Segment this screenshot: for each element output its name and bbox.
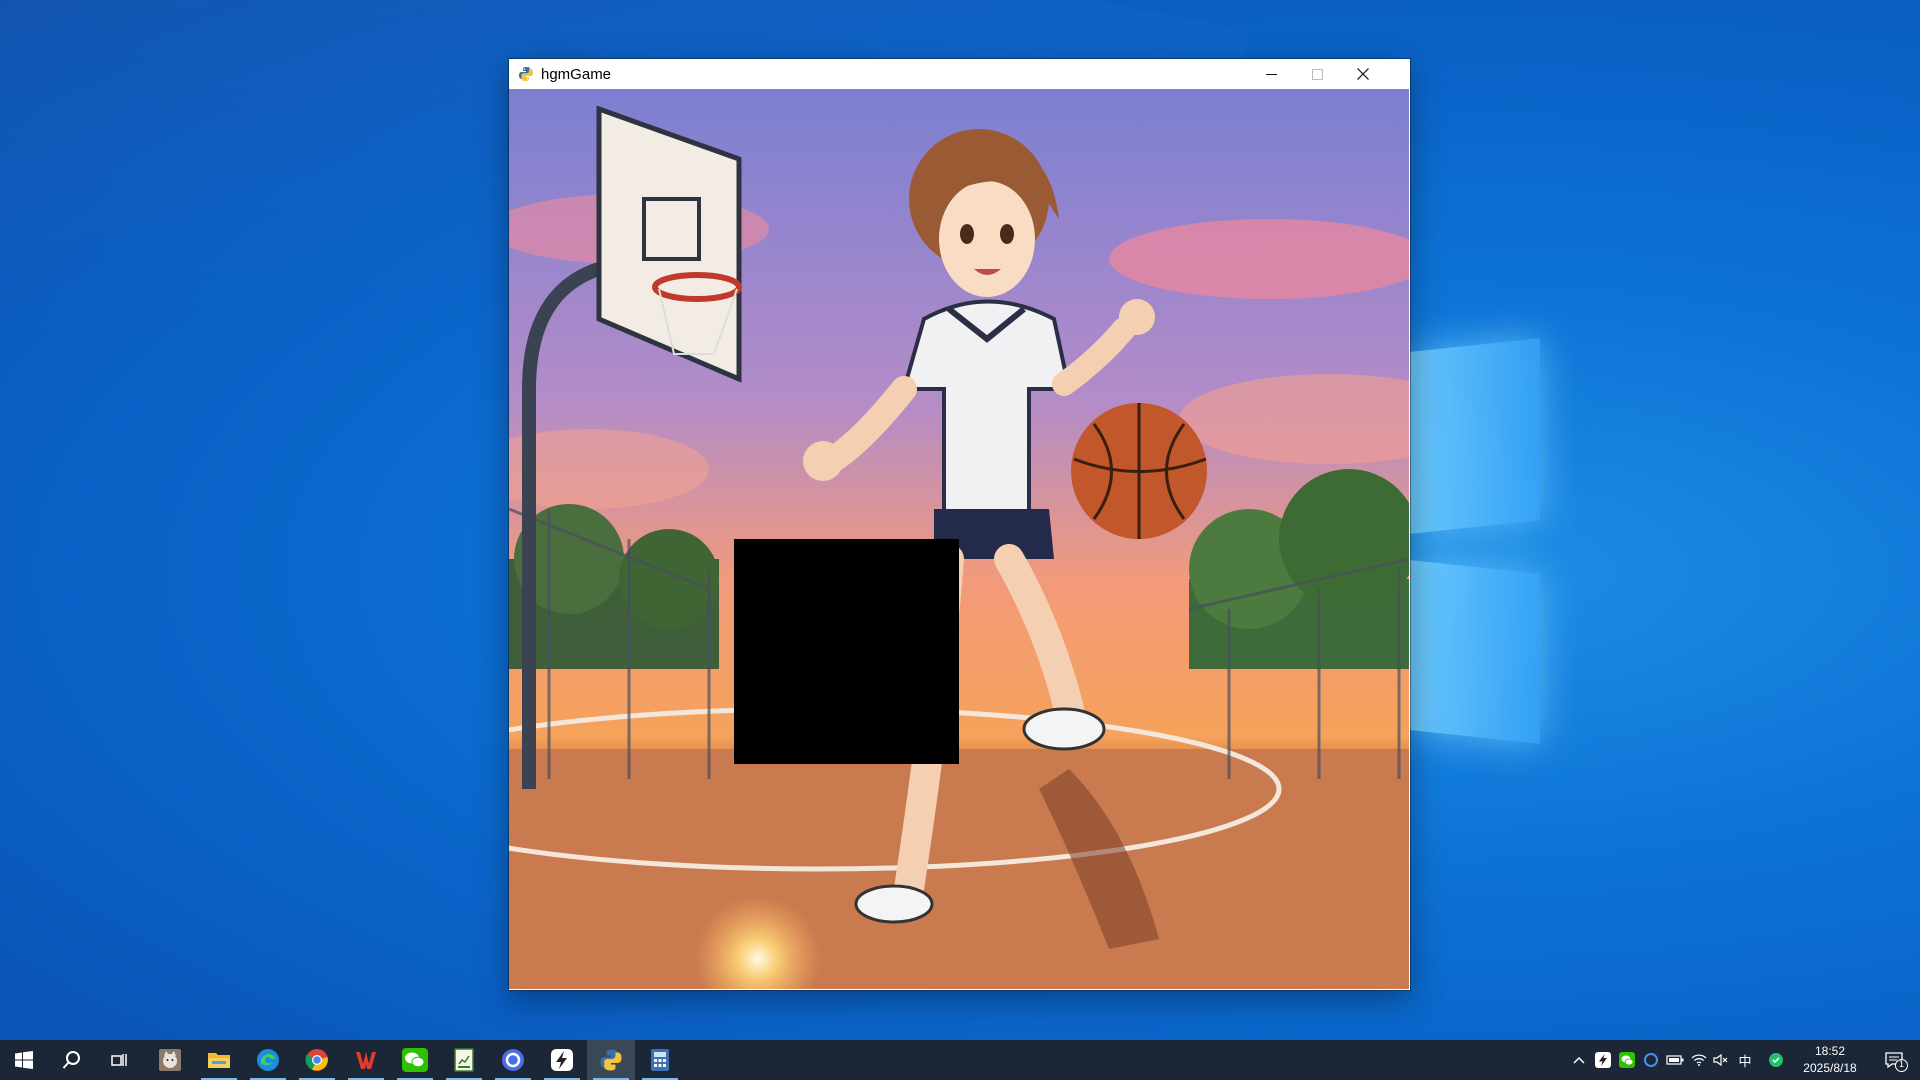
edge-browser-icon (257, 1049, 279, 1071)
lightning-tray-icon (1595, 1052, 1611, 1068)
maximize-icon (1311, 68, 1323, 80)
puzzle-tile-image (509, 539, 734, 764)
puzzle-tile-image (1184, 539, 1409, 764)
window-titlebar[interactable]: hgmGame (509, 59, 1410, 89)
show-hidden-icons-button[interactable] (1570, 1051, 1588, 1069)
file-explorer-icon (208, 1053, 230, 1068)
windows-logo-wallpaper (1410, 338, 1540, 744)
window-title: hgmGame (541, 65, 612, 83)
puzzle-tile[interactable] (1184, 539, 1409, 764)
puzzle-tile-image (734, 314, 959, 539)
maximize-button[interactable] (1294, 59, 1340, 89)
python-snake-icon (519, 67, 533, 81)
puzzle-tile[interactable] (734, 89, 959, 314)
clock-date: 2025/8/18 (1803, 1061, 1857, 1075)
clock-time: 18:52 (1814, 1044, 1846, 1058)
puzzle-tile-image (1184, 764, 1409, 989)
logo-pane-bottom (1410, 560, 1540, 744)
calculator-icon (651, 1049, 669, 1071)
start-button[interactable] (0, 1040, 48, 1080)
tray-circle-app[interactable] (1642, 1051, 1660, 1069)
search-button[interactable] (48, 1040, 96, 1080)
puzzle-tile-image (734, 89, 959, 314)
puzzle-tile[interactable] (1184, 89, 1409, 314)
tray-wechat[interactable] (1618, 1051, 1636, 1069)
close-icon (1357, 68, 1369, 80)
wifi-icon (1691, 1054, 1707, 1066)
puzzle-tile[interactable] (959, 314, 1184, 539)
circle-tray-icon (1644, 1053, 1658, 1067)
puzzle-tile-image (509, 314, 734, 539)
puzzle-tile[interactable] (959, 89, 1184, 314)
taskbar-python-game[interactable] (587, 1040, 635, 1080)
task-view-button[interactable] (96, 1040, 144, 1080)
close-button[interactable] (1340, 59, 1386, 89)
puzzle-tile-image (959, 89, 1184, 314)
puzzle-tile[interactable] (509, 539, 734, 764)
taskbar-wechat[interactable] (391, 1040, 439, 1080)
tray-battery[interactable] (1666, 1051, 1684, 1069)
lightning-app-icon (551, 1049, 573, 1071)
taskbar-spreadsheet[interactable] (440, 1040, 488, 1080)
notification-count-badge: 1 (1895, 1059, 1908, 1072)
task-view-icon (111, 1054, 127, 1066)
puzzle-tile-image (509, 764, 734, 989)
puzzle-tile-image (959, 764, 1184, 989)
search-icon (62, 1051, 80, 1069)
action-center-button[interactable]: 1 (1880, 1051, 1908, 1072)
ime-indicator[interactable]: 中 (1736, 1051, 1754, 1070)
taskbar-lightning-app[interactable] (538, 1040, 586, 1080)
minimize-icon (1265, 73, 1277, 75)
taskbar-edge[interactable] (244, 1040, 292, 1080)
puzzle-tile[interactable] (959, 764, 1184, 989)
puzzle-tile[interactable] (1184, 314, 1409, 539)
puzzle-tile-image (509, 89, 734, 314)
puzzle-tile[interactable] (509, 314, 734, 539)
logo-pane-top (1410, 338, 1540, 534)
wechat-tray-icon (1619, 1052, 1635, 1068)
wps-office-icon (356, 1052, 376, 1069)
python-snake-icon (600, 1049, 622, 1071)
taskbar-chrome[interactable] (293, 1040, 341, 1080)
chevron-up-icon (1573, 1056, 1585, 1064)
tray-network[interactable] (1690, 1051, 1708, 1069)
puzzle-tile[interactable] (959, 539, 1184, 764)
volume-muted-icon (1713, 1053, 1728, 1067)
system-clock[interactable]: 18:52 2025/8/18 (1782, 1043, 1878, 1077)
puzzle-tile-image (959, 314, 1184, 539)
puzzle-tile[interactable] (1184, 764, 1409, 989)
minimize-button[interactable] (1248, 59, 1294, 89)
spreadsheet-app-icon (454, 1048, 474, 1072)
taskbar-file-explorer[interactable] (195, 1040, 243, 1080)
tray-lightning-app[interactable] (1594, 1051, 1612, 1069)
wechat-icon (402, 1048, 428, 1072)
puzzle-tile[interactable] (734, 314, 959, 539)
taskbar-cat-photo-app[interactable] (146, 1040, 194, 1080)
blue-circle-app-icon (502, 1049, 524, 1071)
taskbar-calculator[interactable] (636, 1040, 684, 1080)
puzzle-tile-image (1184, 89, 1409, 314)
puzzle-blank-tile[interactable] (734, 539, 959, 764)
taskbar-wps[interactable] (342, 1040, 390, 1080)
puzzle-tile-image (734, 764, 959, 989)
taskbar-blue-circle-app[interactable] (489, 1040, 537, 1080)
puzzle-tile[interactable] (509, 764, 734, 989)
puzzle-tile[interactable] (734, 764, 959, 989)
battery-icon (1666, 1055, 1684, 1065)
game-window[interactable]: hgmGame (509, 59, 1410, 990)
start-windows-icon (15, 1051, 33, 1069)
puzzle-board[interactable] (509, 89, 1409, 989)
taskbar: 中 18:52 2025/8/18 1 (0, 1040, 1920, 1080)
puzzle-tile-image (959, 539, 1184, 764)
puzzle-tile[interactable] (509, 89, 734, 314)
cat-photo-app-icon (159, 1049, 181, 1071)
tray-volume[interactable] (1712, 1051, 1730, 1069)
puzzle-tile-image (1184, 314, 1409, 539)
chrome-browser-icon (305, 1049, 328, 1071)
